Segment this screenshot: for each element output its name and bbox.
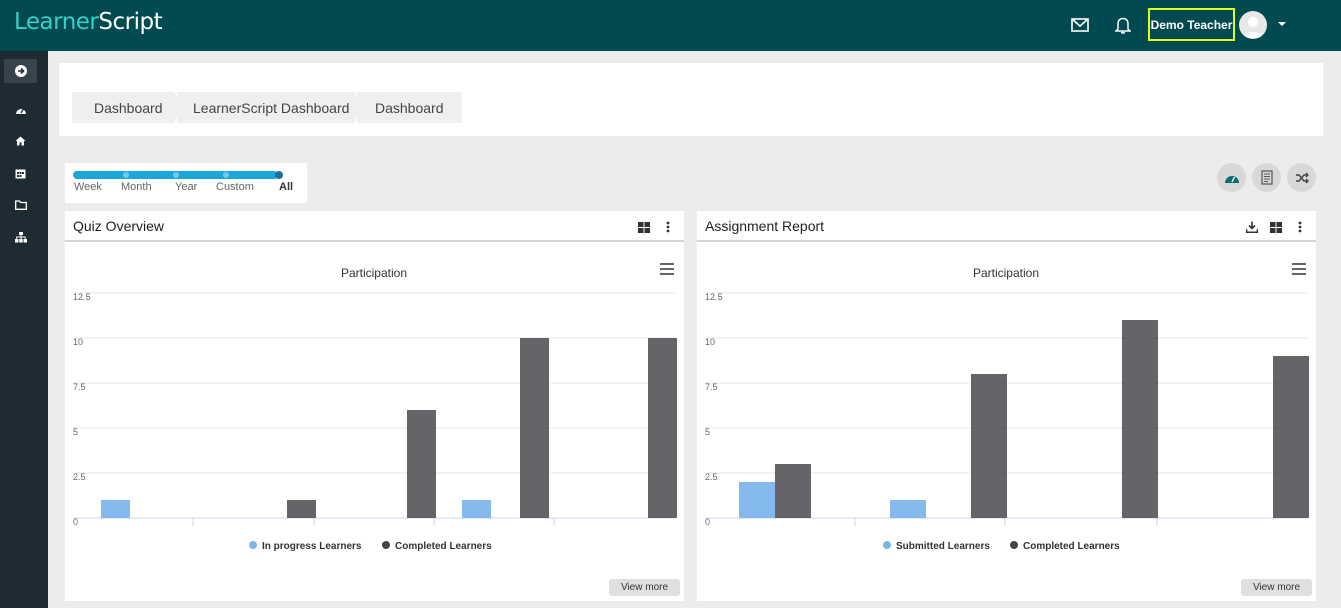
view-more-button[interactable]: View more: [1241, 579, 1312, 596]
slider-tick: [123, 172, 129, 178]
filter-all[interactable]: All: [279, 181, 293, 193]
grid-view-icon[interactable]: [637, 220, 651, 234]
breadcrumb-item-dashboard[interactable]: Dashboard: [72, 92, 183, 123]
widget-title: Assignment Report: [705, 218, 825, 234]
logo-part2: Script: [98, 9, 163, 35]
y-tick-label: 5: [73, 427, 78, 437]
y-tick-label: 7.5: [73, 382, 86, 392]
chevron-down-icon[interactable]: [1278, 22, 1286, 26]
user-menu-button[interactable]: Demo Teacher: [1148, 8, 1235, 41]
slider-tick: [173, 172, 179, 178]
arrow-right-circle-icon[interactable]: [4, 59, 37, 83]
assignment-report-widget: Assignment Report Participation 0 2.5 5 7.5 1…: [697, 211, 1316, 601]
breadcrumb-item-current[interactable]: Dashboard: [357, 92, 462, 123]
avatar[interactable]: [1239, 11, 1267, 39]
bar-series2[interactable]: [775, 464, 811, 518]
filter-year[interactable]: Year: [175, 181, 197, 193]
slider-tick: [223, 172, 229, 178]
participation-chart: Participation02.557.51012.5In progress L…: [73, 266, 677, 552]
date-filter: Week Month Year Custom All: [65, 163, 307, 203]
gauge-button[interactable]: [1217, 163, 1246, 192]
sitemap-icon[interactable]: [4, 225, 37, 249]
chart-title: Participation: [341, 266, 407, 280]
legend-marker: [382, 541, 390, 549]
filter-month[interactable]: Month: [121, 181, 152, 193]
bar-series2[interactable]: [1273, 356, 1309, 518]
slider-handle[interactable]: [275, 171, 283, 179]
y-tick-label: 10: [705, 337, 715, 347]
bell-icon[interactable]: [1112, 14, 1134, 36]
bar-series2[interactable]: [971, 374, 1007, 518]
shuffle-icon: [1295, 172, 1309, 183]
more-options-icon[interactable]: [661, 220, 675, 234]
legend-item[interactable]: Completed Learners: [395, 541, 492, 552]
report-button[interactable]: [1252, 163, 1281, 192]
widget-header: Quiz Overview: [65, 211, 684, 242]
legend-item[interactable]: Completed Learners: [1023, 541, 1120, 552]
quiz-overview-widget: Quiz Overview Participation 0 2.5 5 7.5 10 12.…: [65, 211, 684, 601]
bar-series1[interactable]: [890, 500, 926, 518]
top-bar: LearnerScript Demo Teacher: [0, 0, 1341, 51]
y-tick-label: 12.5: [705, 292, 723, 302]
sidebar: [0, 51, 48, 608]
logo[interactable]: LearnerScript: [14, 9, 163, 35]
y-tick-label: 2.5: [705, 472, 718, 482]
calendar-icon[interactable]: [4, 161, 37, 185]
y-tick-label: 2.5: [73, 472, 86, 482]
legend-marker: [883, 541, 891, 549]
legend-item[interactable]: Submitted Learners: [896, 541, 990, 552]
y-tick-label: 12.5: [73, 292, 91, 302]
dashboard-icon[interactable]: [4, 98, 37, 122]
report-icon: [1260, 170, 1273, 185]
widget-title: Quiz Overview: [73, 218, 165, 234]
gauge-icon: [1224, 175, 1239, 183]
bar-series1[interactable]: [739, 482, 775, 518]
home-icon[interactable]: [4, 129, 37, 153]
filter-custom[interactable]: Custom: [216, 181, 254, 193]
bar-series1[interactable]: [101, 500, 130, 518]
bar-series2[interactable]: [1122, 320, 1158, 518]
widget-header: Assignment Report: [697, 211, 1316, 242]
more-options-icon[interactable]: [1293, 220, 1307, 234]
breadcrumb-item-learnerscript-dashboard[interactable]: LearnerScript Dashboard: [177, 92, 363, 123]
participation-chart: Participation02.557.51012.5Submitted Lea…: [705, 266, 1309, 552]
bar-series1[interactable]: [462, 500, 491, 518]
download-icon[interactable]: [1245, 220, 1259, 234]
bar-series2[interactable]: [648, 338, 677, 518]
date-filter-slider[interactable]: [73, 171, 283, 179]
mail-icon[interactable]: [1069, 14, 1091, 36]
filter-week[interactable]: Week: [74, 181, 102, 193]
view-more-button[interactable]: View more: [609, 579, 680, 596]
breadcrumb: Dashboard LearnerScript Dashboard Dashbo…: [59, 63, 1323, 136]
chart-title: Participation: [973, 266, 1039, 280]
legend-item[interactable]: In progress Learners: [262, 541, 362, 552]
grid-view-icon[interactable]: [1269, 220, 1283, 234]
shuffle-button[interactable]: [1287, 163, 1316, 192]
y-tick-label: 10: [73, 337, 83, 347]
bar-series2[interactable]: [287, 500, 316, 518]
legend-marker: [1010, 541, 1018, 549]
y-tick-label: 5: [705, 427, 710, 437]
logo-part1: Learner: [14, 9, 99, 35]
folder-icon[interactable]: [4, 193, 37, 217]
bar-series2[interactable]: [407, 410, 436, 518]
y-tick-label: 7.5: [705, 382, 718, 392]
legend-marker: [249, 541, 257, 549]
bar-series2[interactable]: [520, 338, 549, 518]
